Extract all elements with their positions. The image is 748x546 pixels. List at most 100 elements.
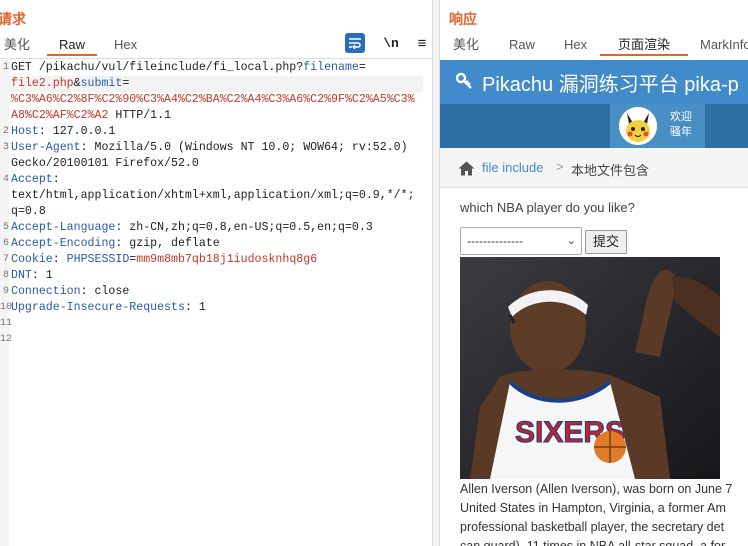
header-sep: :: [52, 253, 67, 266]
line-number: 11: [0, 318, 13, 329]
header-value: : 1: [184, 301, 206, 314]
header-key: User-Agent: [11, 141, 81, 154]
header-key: DNT: [11, 269, 32, 282]
header-value: : Mozilla/5.0 (Windows NT 10.0; WOW64; r…: [80, 141, 408, 154]
header-accept-encoding: Accept-Encoding: gzip, deflate: [11, 236, 220, 252]
line-number: 9: [2, 286, 9, 297]
bio-line: can guard), 11 times in NBA all-star squ…: [460, 539, 726, 546]
header-value: : close: [80, 285, 130, 298]
line-number: 7: [2, 254, 9, 265]
header-value: : gzip, deflate: [115, 237, 220, 250]
line-number: 2: [2, 126, 9, 137]
request-line-cont: %C3%A6%C2%8F%C2%90%C3%A4%C2%BA%C2%A4%C3%…: [11, 92, 415, 108]
line-number: 12: [0, 334, 13, 345]
line-number: 1: [2, 62, 9, 73]
header-cookie: Cookie: PHPSESSID=mm9m8mb7qb18j1iudosknh…: [11, 252, 317, 268]
request-tab-pretty[interactable]: 美化: [0, 36, 34, 54]
response-tab-pretty[interactable]: 美化: [449, 36, 483, 54]
key-icon: [455, 72, 473, 93]
header-key: Upgrade-Insecure-Requests: [11, 301, 185, 314]
header-key: Connection: [11, 285, 81, 298]
site-title[interactable]: Pikachu 漏洞练习平台 pika-p: [482, 68, 739, 97]
header-value: q=0.8: [11, 205, 46, 218]
welcome-text: 欢迎 骚年: [666, 110, 696, 140]
line-number: 5: [2, 222, 9, 233]
line-number: 8: [2, 270, 9, 281]
home-icon[interactable]: [458, 161, 475, 179]
pane-splitter[interactable]: [432, 0, 440, 546]
response-tab-hex[interactable]: Hex: [560, 36, 591, 54]
cookie-name: PHPSESSID: [66, 253, 130, 266]
question-label: which NBA player do you like?: [460, 200, 635, 215]
welcome-line: 欢迎: [670, 111, 692, 123]
param-equals: =: [122, 77, 130, 90]
param-key-submit: submit: [80, 77, 123, 90]
request-line-cont: A8%C2%AF%C2%A2 HTTP/1.1: [11, 108, 171, 124]
response-tabbar: 美化 Raw Hex 页面渲染 MarkInfo: [440, 36, 748, 58]
header-value: : zh-CN,zh;q=0.8,en-US;q=0.5,en;q=0.3: [115, 221, 373, 234]
param-value-submit-end: A8%C2%AF%C2%A2: [11, 109, 109, 122]
request-editor[interactable]: 1 2 3 4 5 6 7 8 9 10 11 12 GET /pikachu/…: [0, 60, 432, 546]
breadcrumb-link-file-include[interactable]: file include: [482, 160, 543, 175]
player-photo: SIXERS: [460, 257, 720, 479]
header-key: Accept-Language: [11, 221, 116, 234]
breadcrumb-separator: >: [556, 159, 564, 174]
breadcrumb-current: 本地文件包含: [571, 163, 650, 178]
request-tab-hex[interactable]: Hex: [110, 36, 141, 54]
param-value-filename: file2.php: [11, 77, 74, 90]
header-accept: Accept:: [11, 172, 60, 188]
hamburger-menu-icon[interactable]: ≡: [414, 33, 430, 53]
response-pane: 响应 美化 Raw Hex 页面渲染 MarkInfo Pikachu 漏洞练习…: [440, 0, 748, 546]
header-key: Cookie: [11, 253, 53, 266]
line-number: 10: [0, 302, 13, 313]
user-menu[interactable]: 欢迎 骚年: [610, 104, 705, 148]
line-number: 6: [2, 238, 9, 249]
breadcrumb: file include > 本地文件包含: [440, 148, 748, 188]
header-user-agent-cont: Gecko/20100101 Firefox/52.0: [11, 156, 199, 172]
header-key: Host: [11, 125, 39, 138]
player-select[interactable]: -------------- ⌄: [460, 227, 582, 255]
line-number: 3: [2, 142, 9, 153]
request-title: 请求: [0, 11, 26, 27]
bio-line: professional basketball player, the secr…: [460, 520, 725, 534]
select-value: --------------: [467, 234, 523, 248]
request-tab-raw[interactable]: Raw: [46, 36, 98, 56]
header-value: : 127.0.0.1: [38, 125, 116, 138]
bio-line: United States in Hampton, Virginia, a fo…: [460, 501, 726, 515]
http-version: HTTP/1.1: [108, 109, 172, 122]
header-accept-language: Accept-Language: zh-CN,zh;q=0.8,en-US;q=…: [11, 220, 373, 236]
newline-toggle-button[interactable]: \n: [382, 33, 400, 53]
wrap-lines-icon[interactable]: [345, 33, 365, 53]
request-line-cont: file2.php&submit=: [11, 76, 129, 92]
request-tabbar: 美化 Raw Hex: [0, 36, 200, 58]
request-divider: [0, 58, 432, 59]
header-upgrade-insecure: Upgrade-Insecure-Requests: 1: [11, 300, 206, 316]
header-host: Host: 127.0.0.1: [11, 124, 115, 140]
line-number: 4: [2, 174, 9, 185]
param-equals: =: [358, 61, 366, 74]
site-header: Pikachu 漏洞练习平台 pika-p: [440, 60, 748, 104]
response-tab-markinfo[interactable]: MarkInfo: [696, 36, 748, 54]
request-method-path: GET /pikachu/vul/fileinclude/fi_local.ph…: [11, 61, 304, 74]
bio-line: Allen Iverson (Allen Iverson), was born …: [460, 482, 733, 496]
player-bio: Allen Iverson (Allen Iverson), was born …: [460, 480, 748, 546]
param-key-filename: filename: [303, 61, 359, 74]
chevron-down-icon: ⌄: [566, 235, 576, 247]
response-tab-render[interactable]: 页面渲染: [599, 36, 689, 56]
header-connection: Connection: close: [11, 284, 129, 300]
cookie-value: mm9m8mb7qb18j1iudosknhq8g6: [136, 253, 318, 266]
response-title: 响应: [449, 11, 477, 27]
header-key: Accept-Encoding: [11, 237, 116, 250]
param-amp: &: [73, 77, 81, 90]
request-line: GET /pikachu/vul/fileinclude/fi_local.ph…: [11, 60, 366, 76]
header-value: Gecko/20100101 Firefox/52.0: [11, 157, 199, 170]
param-value-submit: %C3%A6%C2%8F%C2%90%C3%A4%C2%BA%C2%A4%C3%…: [11, 93, 415, 106]
response-tab-raw[interactable]: Raw: [505, 36, 539, 54]
header-value: :: [52, 173, 60, 186]
header-key: Accept: [11, 173, 53, 186]
rendered-page: Pikachu 漏洞练习平台 pika-p 欢迎 骚年 file include…: [440, 60, 748, 546]
header-value: : 1: [31, 269, 53, 282]
pikachu-avatar-icon: [619, 107, 657, 145]
header-value: text/html,application/xhtml+xml,applicat…: [11, 189, 415, 202]
submit-button[interactable]: 提交: [585, 230, 627, 254]
